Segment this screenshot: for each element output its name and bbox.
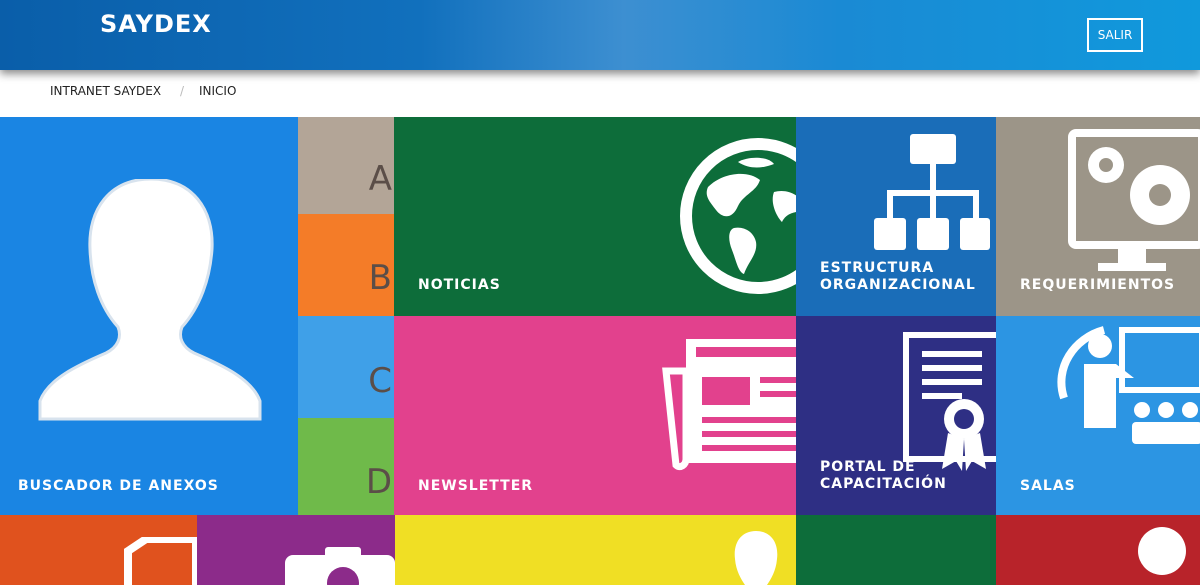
- breadcrumb-current: INICIO: [199, 84, 237, 98]
- letter-label: D: [365, 462, 392, 502]
- org-chart-icon: [874, 134, 990, 250]
- person-icon: [734, 531, 778, 585]
- camera-icon: [285, 547, 395, 585]
- tile-bottom-5[interactable]: [996, 515, 1200, 585]
- document-icon: [124, 537, 197, 585]
- letter-label: C: [368, 361, 392, 401]
- tile-label: NOTICIAS: [418, 277, 501, 293]
- user-icon: [1138, 527, 1186, 575]
- letter-label: A: [368, 159, 392, 199]
- tile-label: NEWSLETTER: [418, 478, 534, 494]
- tile-bottom-4[interactable]: [796, 515, 996, 585]
- tile-requerimientos[interactable]: REQUERIMIENTOS: [996, 117, 1200, 316]
- tile-letter-b[interactable]: B: [298, 214, 394, 316]
- tile-bottom-2[interactable]: [197, 515, 395, 585]
- globe-icon: [680, 138, 796, 294]
- person-silhouette-icon: [38, 179, 262, 421]
- tile-letter-d[interactable]: D: [298, 418, 394, 515]
- newspaper-icon: [662, 339, 796, 471]
- tile-label: REQUERIMIENTOS: [1020, 277, 1176, 293]
- tile-bottom-3[interactable]: [395, 515, 796, 585]
- tile-buscador-de-anexos[interactable]: BUSCADOR DE ANEXOS: [0, 117, 298, 515]
- breadcrumb-home-link[interactable]: INTRANET SAYDEX: [50, 84, 161, 98]
- tile-estructura-organizacional[interactable]: ESTRUCTURA ORGANIZACIONAL: [796, 117, 996, 316]
- saydex-logo[interactable]: SAYDEX: [100, 10, 212, 38]
- top-header: SAYDEX SALIR: [0, 0, 1200, 70]
- tile-letter-a[interactable]: A: [298, 117, 394, 214]
- tile-salas[interactable]: SALAS: [996, 316, 1200, 515]
- letter-label: B: [368, 258, 392, 298]
- tile-label: BUSCADOR DE ANEXOS: [18, 478, 219, 494]
- tile-bottom-1[interactable]: [0, 515, 197, 585]
- breadcrumb: INTRANET SAYDEX / INICIO: [0, 70, 1200, 116]
- tile-label-line2: CAPACITACIÓN: [820, 476, 947, 492]
- breadcrumb-separator: /: [180, 84, 185, 98]
- tile-letter-c[interactable]: C: [298, 316, 394, 418]
- tile-portal-de-capacitacion[interactable]: PORTAL DE CAPACITACIÓN: [796, 316, 996, 515]
- tile-label: SALAS: [1020, 478, 1076, 494]
- tile-label-line2: ORGANIZACIONAL: [820, 277, 976, 293]
- tile-newsletter[interactable]: NEWSLETTER: [394, 316, 796, 515]
- monitor-gears-icon: [1068, 129, 1200, 271]
- tile-label-line1: ESTRUCTURA: [820, 260, 935, 276]
- presentation-room-icon: [1057, 326, 1200, 444]
- tile-noticias[interactable]: NOTICIAS: [394, 117, 796, 316]
- tile-label-line1: PORTAL DE: [820, 459, 916, 475]
- certificate-icon: [903, 332, 996, 471]
- logout-button[interactable]: SALIR: [1087, 18, 1143, 52]
